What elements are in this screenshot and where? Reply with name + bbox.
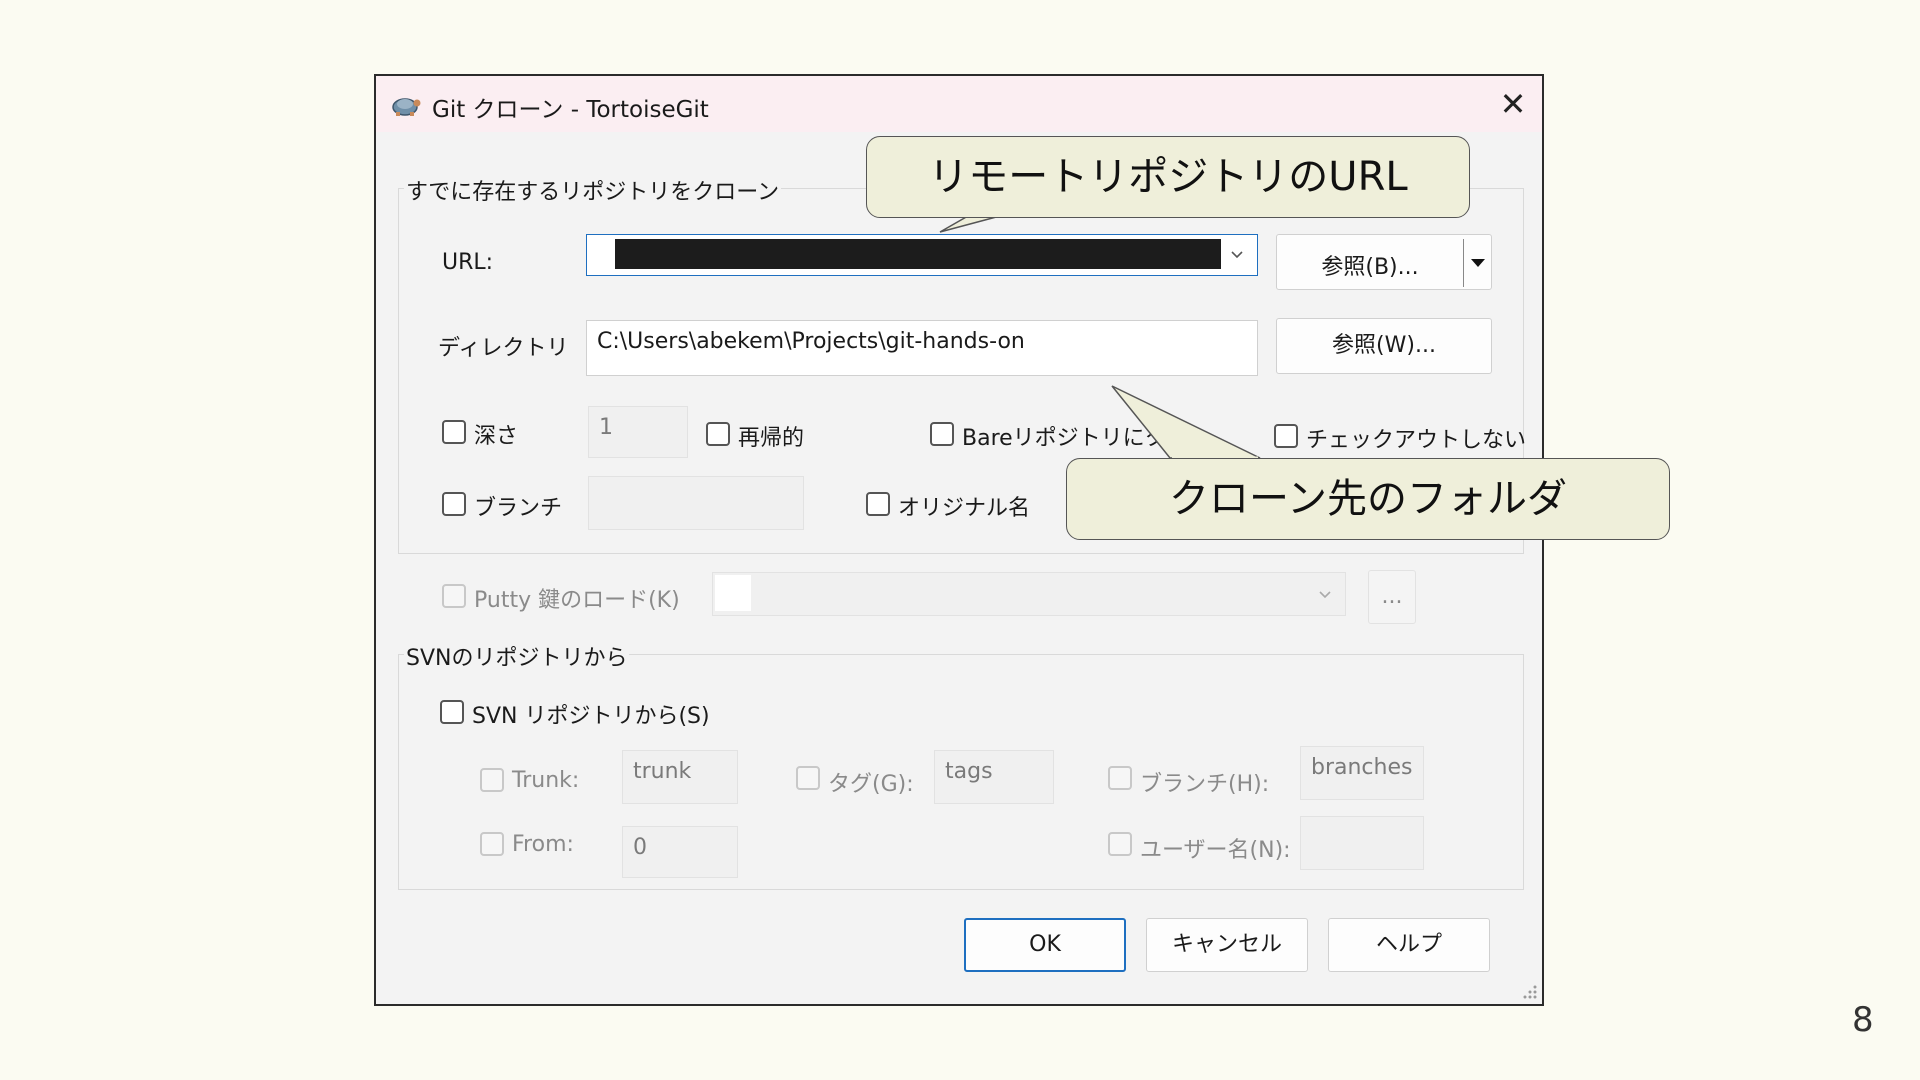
branches-checkbox[interactable] bbox=[1108, 766, 1132, 790]
close-button[interactable]: ✕ bbox=[1490, 82, 1536, 126]
bare-repo-checkbox[interactable] bbox=[930, 422, 954, 446]
putty-key-combobox[interactable] bbox=[712, 572, 1346, 616]
ok-button[interactable]: OK bbox=[964, 918, 1126, 972]
browse-directory-button[interactable]: 参照(W)... bbox=[1276, 318, 1492, 374]
title-bar: Git クローン - TortoiseGit ✕ bbox=[376, 76, 1542, 132]
branches-label: ブランチ(H): bbox=[1140, 772, 1270, 797]
recursive-label: 再帰的 bbox=[738, 426, 805, 451]
putty-key-label: Putty 鍵のロード(K) bbox=[474, 588, 680, 613]
trunk-checkbox[interactable] bbox=[480, 768, 504, 792]
tags-label: タグ(G): bbox=[828, 772, 914, 797]
help-button[interactable]: ヘルプ bbox=[1328, 918, 1490, 972]
from-revision-input[interactable]: 0 bbox=[622, 826, 738, 878]
url-redaction-bar bbox=[615, 239, 1221, 269]
recursive-checkbox[interactable] bbox=[706, 422, 730, 446]
putty-browse-button[interactable]: ... bbox=[1368, 570, 1416, 624]
no-checkout-label: チェックアウトしない bbox=[1306, 428, 1527, 453]
depth-input[interactable]: 1 bbox=[588, 406, 688, 458]
resize-grip-icon[interactable] bbox=[1520, 982, 1538, 1000]
tags-checkbox[interactable] bbox=[796, 766, 820, 790]
depth-label: 深さ bbox=[474, 424, 519, 449]
clone-destination-callout: クローン先のフォルダ bbox=[1066, 458, 1670, 540]
split-divider bbox=[1463, 239, 1464, 287]
origin-name-label: オリジナル名 bbox=[898, 496, 1031, 521]
directory-input[interactable]: C:\Users\abekem\Projects\git-hands-on bbox=[586, 320, 1258, 376]
trunk-label: Trunk: bbox=[512, 768, 580, 793]
chevron-down-icon bbox=[1319, 591, 1331, 599]
svn-group-title: SVNのリポジトリから bbox=[404, 640, 630, 672]
branch-checkbox[interactable] bbox=[442, 492, 466, 516]
username-label: ユーザー名(N): bbox=[1140, 838, 1291, 863]
url-label: URL: bbox=[442, 250, 494, 275]
tortoisegit-icon bbox=[392, 98, 421, 116]
directory-label: ディレクトリ bbox=[438, 336, 569, 361]
dropdown-arrow-icon[interactable] bbox=[1469, 257, 1487, 269]
browse-url-label: 参照(B)... bbox=[1321, 255, 1419, 280]
branch-input[interactable] bbox=[588, 476, 804, 530]
url-combobox[interactable] bbox=[586, 234, 1258, 276]
from-revision-checkbox[interactable] bbox=[480, 832, 504, 856]
username-checkbox[interactable] bbox=[1108, 832, 1132, 856]
branch-label: ブランチ bbox=[474, 496, 563, 521]
window-title: Git クローン - TortoiseGit bbox=[432, 97, 709, 123]
no-checkout-checkbox[interactable] bbox=[1274, 424, 1298, 448]
username-input[interactable] bbox=[1300, 816, 1424, 870]
slide-page-number: 8 bbox=[1852, 1000, 1874, 1040]
origin-name-checkbox[interactable] bbox=[866, 492, 890, 516]
chevron-down-icon bbox=[1231, 251, 1243, 259]
bare-repo-label: Bareリポジトリにクロ bbox=[962, 426, 1189, 451]
trunk-input[interactable]: trunk bbox=[622, 750, 738, 804]
cancel-button[interactable]: キャンセル bbox=[1146, 918, 1308, 972]
from-revision-label: From: bbox=[512, 832, 574, 857]
from-svn-label: SVN リポジトリから(S) bbox=[472, 704, 710, 729]
branches-input[interactable]: branches bbox=[1300, 746, 1424, 800]
putty-combo-swatch bbox=[715, 575, 751, 611]
browse-url-split-button[interactable]: 参照(B)... bbox=[1276, 234, 1492, 290]
tags-input[interactable]: tags bbox=[934, 750, 1054, 804]
putty-key-checkbox[interactable] bbox=[442, 584, 466, 608]
from-svn-checkbox[interactable] bbox=[440, 700, 464, 724]
remote-url-callout: リモートリポジトリのURL bbox=[866, 136, 1470, 218]
clone-group-title: すでに存在するリポジトリをクローン bbox=[404, 174, 782, 206]
depth-checkbox[interactable] bbox=[442, 420, 466, 444]
